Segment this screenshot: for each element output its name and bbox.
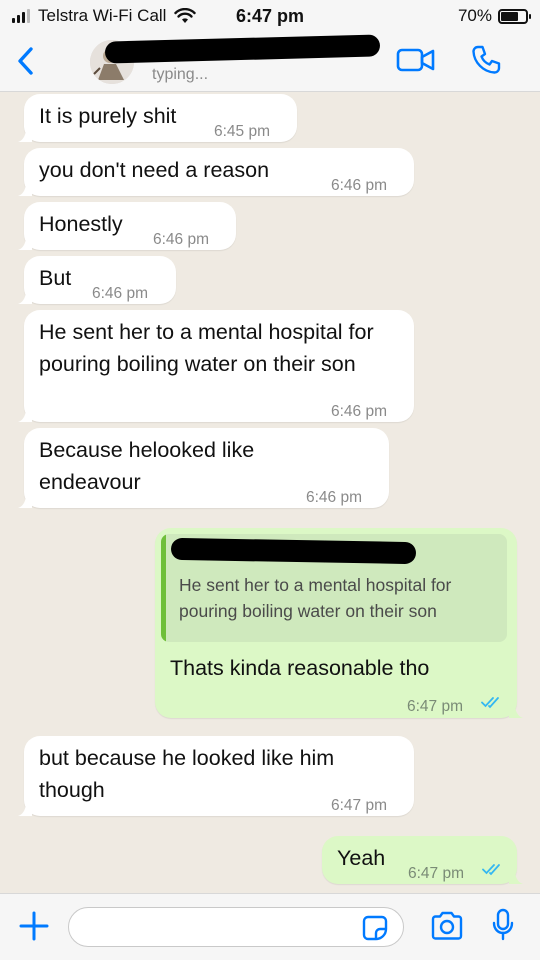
message-time: 6:45 pm xyxy=(214,123,271,140)
quote-accent-bar xyxy=(161,534,166,642)
message-input[interactable] xyxy=(68,907,404,947)
message-time: 6:46 pm xyxy=(92,285,149,302)
message-time: 6:46 pm xyxy=(306,489,363,506)
sticker-icon[interactable] xyxy=(362,915,388,941)
bubble-tail xyxy=(18,182,32,196)
bubble-tail xyxy=(18,290,32,304)
message-incoming[interactable]: but because he looked like him though 6:… xyxy=(18,736,414,816)
camera-icon[interactable] xyxy=(430,911,464,941)
bubble-tail xyxy=(509,704,523,718)
read-receipt-icon xyxy=(482,864,500,876)
message-time: 6:46 pm xyxy=(153,231,210,248)
message-incoming[interactable]: But 6:46 pm xyxy=(18,256,176,304)
chat-header: typing... xyxy=(0,34,540,92)
bubble-tail xyxy=(18,494,32,508)
phone-call-icon[interactable] xyxy=(470,44,502,76)
microphone-icon[interactable] xyxy=(492,908,514,942)
video-call-icon[interactable] xyxy=(396,46,436,74)
battery-icon xyxy=(498,8,531,24)
message-time: 6:46 pm xyxy=(331,403,388,420)
message-incoming[interactable]: It is purely shit 6:45 pm xyxy=(18,94,297,142)
battery-percent: 70% xyxy=(457,6,492,25)
bubble-tail xyxy=(18,128,32,142)
status-bar: Telstra Wi-Fi Call 6:47 pm 70% xyxy=(0,0,540,34)
message-text: Thats kinda reasonable tho xyxy=(170,656,430,680)
message-time: 6:47 pm xyxy=(331,797,388,814)
message-list[interactable]: It is purely shit 6:45 pm you don't need… xyxy=(0,92,540,892)
message-text: He sent her to a mental hospital for pou… xyxy=(39,320,374,376)
bubble-tail xyxy=(509,870,523,884)
status-right: 70% xyxy=(457,6,531,26)
quoted-text: He sent her to a mental hospital for pou… xyxy=(179,575,452,621)
quoted-sender-redacted xyxy=(170,537,417,565)
bubble-tail xyxy=(18,408,32,422)
back-chevron-icon[interactable] xyxy=(12,44,42,78)
battery-fill xyxy=(501,11,518,21)
message-outgoing-reply[interactable]: He sent her to a mental hospital for pou… xyxy=(155,528,523,718)
message-outgoing[interactable]: Yeah 6:47 pm xyxy=(322,836,523,884)
message-time: 6:47 pm xyxy=(408,865,465,882)
bubble-tail xyxy=(18,802,32,816)
typing-indicator: typing... xyxy=(152,66,209,83)
message-time: 6:46 pm xyxy=(331,177,388,194)
quoted-message[interactable]: He sent her to a mental hospital for pou… xyxy=(161,534,507,642)
message-text: Because helooked like endeavour xyxy=(39,438,255,494)
message-incoming[interactable]: Honestly 6:46 pm xyxy=(18,202,236,250)
bubble-tail xyxy=(18,236,32,250)
message-incoming[interactable]: Because helooked like endeavour 6:46 pm xyxy=(18,428,389,508)
read-receipt-icon xyxy=(481,697,499,709)
message-time: 6:47 pm xyxy=(407,698,464,715)
message-incoming[interactable]: you don't need a reason 6:46 pm xyxy=(18,148,414,196)
plus-icon[interactable] xyxy=(18,910,50,942)
contact-name-redacted[interactable] xyxy=(104,34,381,64)
composer-bar xyxy=(0,893,540,960)
message-incoming[interactable]: He sent her to a mental hospital for pou… xyxy=(18,310,414,422)
